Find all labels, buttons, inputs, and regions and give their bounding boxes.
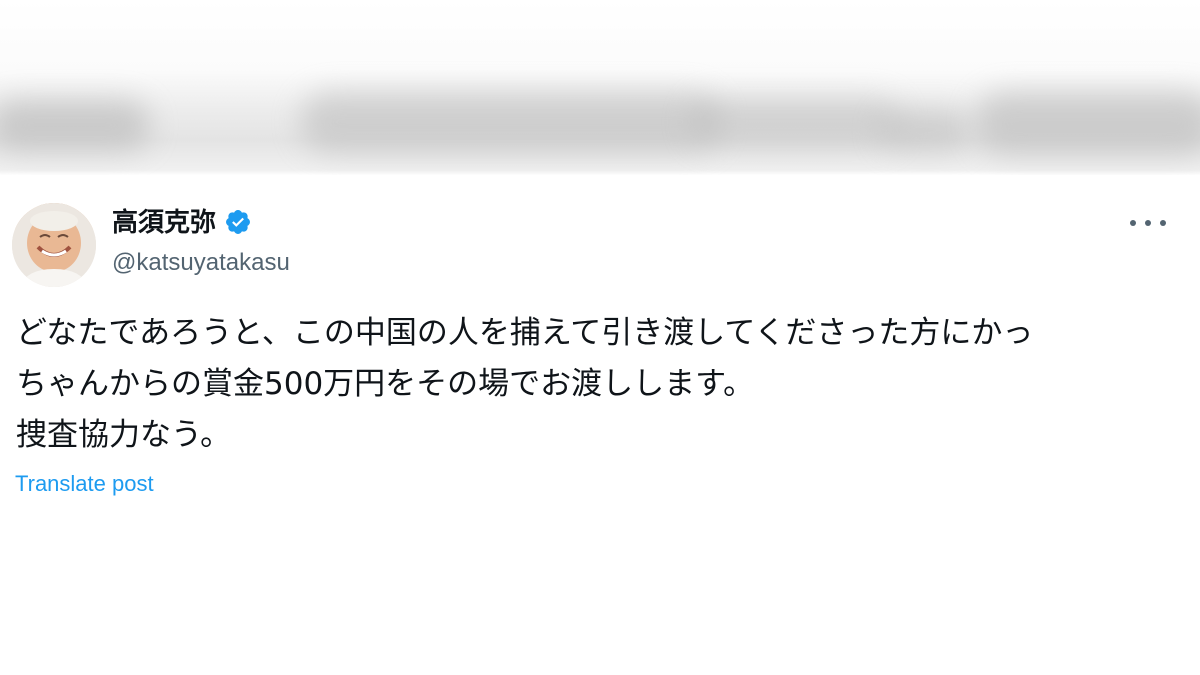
post-text-line: どなたであろうと、この中国の人を捕えて引き渡してくださった方にかっ <box>16 315 1034 351</box>
author-name[interactable]: 高須克弥 <box>112 205 252 239</box>
verified-badge-icon[interactable] <box>224 208 252 236</box>
post-text-line: 捜査協力なう。 <box>16 417 232 453</box>
post-text-line: ちゃんからの賞金500万円をその場でお渡しします。 <box>16 366 755 402</box>
post-text: どなたであろうと、この中国の人を捕えて引き渡してくださった方にかっ ちゃんからの… <box>16 308 1186 461</box>
avatar[interactable] <box>12 203 96 287</box>
screenshot-frame: 高須克弥 @katsuyatakasu どなたであろうと、この中国の人を捕えて引… <box>0 0 1200 675</box>
author-handle[interactable]: @katsuyatakasu <box>112 247 290 279</box>
blur-region <box>690 98 900 146</box>
more-horizontal-icon <box>1160 220 1166 226</box>
post-card: 高須克弥 @katsuyatakasu どなたであろうと、この中国の人を捕えて引… <box>0 175 1200 675</box>
blur-region <box>975 92 1200 154</box>
translate-post-link[interactable]: Translate post <box>15 469 154 499</box>
blur-region <box>0 100 150 150</box>
more-options-button[interactable] <box>1130 211 1166 235</box>
profile-photo-image <box>12 203 96 287</box>
more-horizontal-icon <box>1145 220 1151 226</box>
more-horizontal-icon <box>1130 220 1136 226</box>
blurred-previous-content <box>0 0 1200 175</box>
blur-region <box>300 92 720 152</box>
author-name-text[interactable]: 高須克弥 <box>112 205 216 239</box>
blur-region <box>880 110 970 150</box>
